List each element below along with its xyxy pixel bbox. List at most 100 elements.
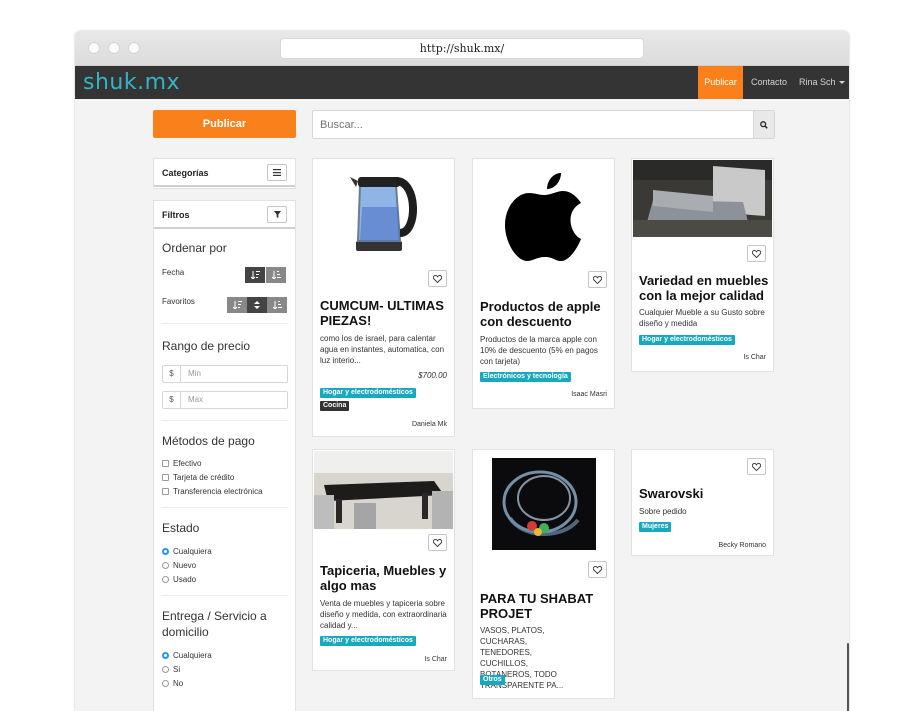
card-description: Cualquier Mueble a su Gusto sobre diseño…: [639, 308, 765, 328]
option-label: Usado: [173, 575, 197, 584]
card-user[interactable]: Daniela Mk: [412, 421, 447, 428]
window-close-dot[interactable]: [88, 42, 100, 54]
heart-icon: [752, 249, 761, 258]
pago-option-transferencia[interactable]: Transferencia electrónica: [162, 487, 263, 496]
divider: [162, 420, 288, 421]
favorite-button[interactable]: [428, 534, 447, 551]
option-label: Si: [173, 665, 181, 674]
product-image-kettle: [350, 177, 417, 251]
categories-header: Categorías: [154, 159, 295, 187]
radio[interactable]: [162, 562, 169, 569]
nav-publicar-link[interactable]: Publicar: [698, 66, 743, 99]
product-card[interactable]: Swarovski Sobre pedido Mujeres Becky Rom…: [631, 449, 774, 556]
checkbox[interactable]: [162, 474, 169, 481]
favorite-button[interactable]: [588, 271, 607, 288]
window-maximize-dot[interactable]: [128, 42, 140, 54]
pago-option-efectivo[interactable]: Efectivo: [162, 459, 201, 468]
product-card[interactable]: Tapiceria, Muebles y algo mas Venta de m…: [312, 449, 455, 671]
radio[interactable]: [162, 576, 169, 583]
favoritos-sort-none-button[interactable]: [247, 297, 267, 313]
card-title[interactable]: PARA TU SHABAT PROJET: [480, 591, 610, 621]
search-icon: [760, 120, 768, 129]
price-max-field[interactable]: $ Max: [162, 391, 288, 409]
category-tag[interactable]: Mujeres: [639, 522, 672, 532]
card-user[interactable]: Isaac Masri: [571, 391, 607, 398]
radio[interactable]: [162, 680, 169, 687]
filter-icon: [273, 211, 281, 218]
page-scrollbar[interactable]: [847, 643, 849, 711]
card-title[interactable]: Swarovski: [639, 486, 769, 501]
categories-panel: Categorías: [153, 158, 296, 189]
estado-option-usado[interactable]: Usado: [162, 575, 196, 584]
card-title[interactable]: Productos de apple con descuento: [480, 299, 610, 329]
card-user[interactable]: Is Char: [743, 354, 766, 361]
favoritos-sort-desc-button[interactable]: [227, 297, 247, 313]
navbar: shuk.mx Publicar Contacto Rina Sch: [75, 66, 849, 99]
favoritos-sort-asc-button[interactable]: [267, 297, 287, 313]
publicar-button[interactable]: Publicar: [153, 110, 296, 138]
favorite-button[interactable]: [428, 270, 447, 287]
user-name: Rina Sch: [799, 77, 836, 87]
category-tag[interactable]: Hogar y electrodomésticos: [320, 388, 416, 398]
card-description: Venta de muebles y tapiceria sobre diseñ…: [320, 599, 447, 630]
search-input[interactable]: [313, 111, 753, 138]
favorite-button[interactable]: [588, 561, 607, 578]
card-description: Sobre pedido: [639, 507, 687, 516]
option-label: Nuevo: [173, 561, 197, 570]
card-description: Productos de la marca apple con 10% de d…: [480, 335, 598, 366]
estado-option-cualquiera[interactable]: Cualquiera: [162, 547, 212, 556]
product-card[interactable]: Variedad en muebles con la mejor calidad…: [631, 158, 774, 372]
entrega-option-cualquiera[interactable]: Cualquiera: [162, 651, 212, 660]
card-title[interactable]: Variedad en muebles con la mejor calidad: [639, 273, 771, 303]
pago-option-tarjeta[interactable]: Tarjeta de crédito: [162, 473, 234, 482]
entrega-heading: Entrega / Servicio a domicilio: [162, 609, 267, 639]
nav-contacto-link[interactable]: Contacto: [751, 66, 787, 99]
search-bar: [312, 110, 775, 139]
entrega-option-no[interactable]: No: [162, 679, 183, 688]
radio-selected[interactable]: [162, 652, 169, 659]
card-user[interactable]: Is Char: [424, 656, 447, 663]
heart-icon: [752, 462, 761, 471]
card-description: como los de israel, para calentar agua e…: [320, 334, 445, 365]
favorite-button[interactable]: [747, 458, 766, 475]
site-logo[interactable]: shuk.mx: [83, 70, 180, 95]
card-title[interactable]: Tapiceria, Muebles y algo mas: [320, 563, 452, 593]
divider: [162, 595, 288, 596]
product-card[interactable]: Productos de apple con descuento Product…: [472, 158, 615, 409]
ordenar-por-heading: Ordenar por: [162, 241, 227, 255]
search-button[interactable]: [753, 111, 774, 138]
filters-toggle-button[interactable]: [267, 206, 287, 223]
favorite-button[interactable]: [747, 245, 766, 262]
window-minimize-dot[interactable]: [108, 42, 120, 54]
address-bar[interactable]: http://shuk.mx/: [280, 38, 644, 59]
sort-desc-icon: [232, 301, 242, 309]
category-tag[interactable]: Electrónicos y tecnología: [480, 372, 571, 382]
checkbox[interactable]: [162, 460, 169, 467]
entrega-option-si[interactable]: Si: [162, 665, 180, 674]
checkbox[interactable]: [162, 488, 169, 495]
radio-selected[interactable]: [162, 548, 169, 555]
categories-menu-button[interactable]: [267, 164, 287, 181]
fecha-label: Fecha: [162, 268, 185, 277]
card-title[interactable]: CUMCUM- ULTIMAS PIEZAS!: [320, 298, 450, 328]
fecha-sort-asc-button[interactable]: [266, 267, 286, 283]
category-tag[interactable]: Otros: [480, 675, 505, 685]
price-max-placeholder: Max: [188, 395, 204, 404]
divider: [162, 507, 288, 508]
user-menu[interactable]: Rina Sch: [799, 66, 845, 99]
category-tag[interactable]: Hogar y electrodomésticos: [320, 636, 416, 646]
product-image-plastic-dishes: [492, 458, 596, 550]
card-user[interactable]: Becky Romano: [719, 542, 766, 549]
fecha-sort-desc-button[interactable]: [245, 267, 265, 283]
metodos-pago-heading: Métodos de pago: [162, 434, 255, 448]
category-tag[interactable]: Cocina: [320, 401, 350, 411]
product-card[interactable]: CUMCUM- ULTIMAS PIEZAS! como los de isra…: [312, 158, 455, 437]
category-tag[interactable]: Hogar y electrodomésticos: [639, 335, 735, 345]
price-min-field[interactable]: $ Min: [162, 365, 288, 383]
estado-option-nuevo[interactable]: Nuevo: [162, 561, 196, 570]
sort-desc-icon: [250, 271, 260, 279]
radio[interactable]: [162, 666, 169, 673]
option-label: No: [173, 679, 184, 688]
filters-title: Filtros: [162, 210, 190, 220]
product-card[interactable]: PARA TU SHABAT PROJET VASOS, PLATOS, CUC…: [472, 449, 615, 699]
